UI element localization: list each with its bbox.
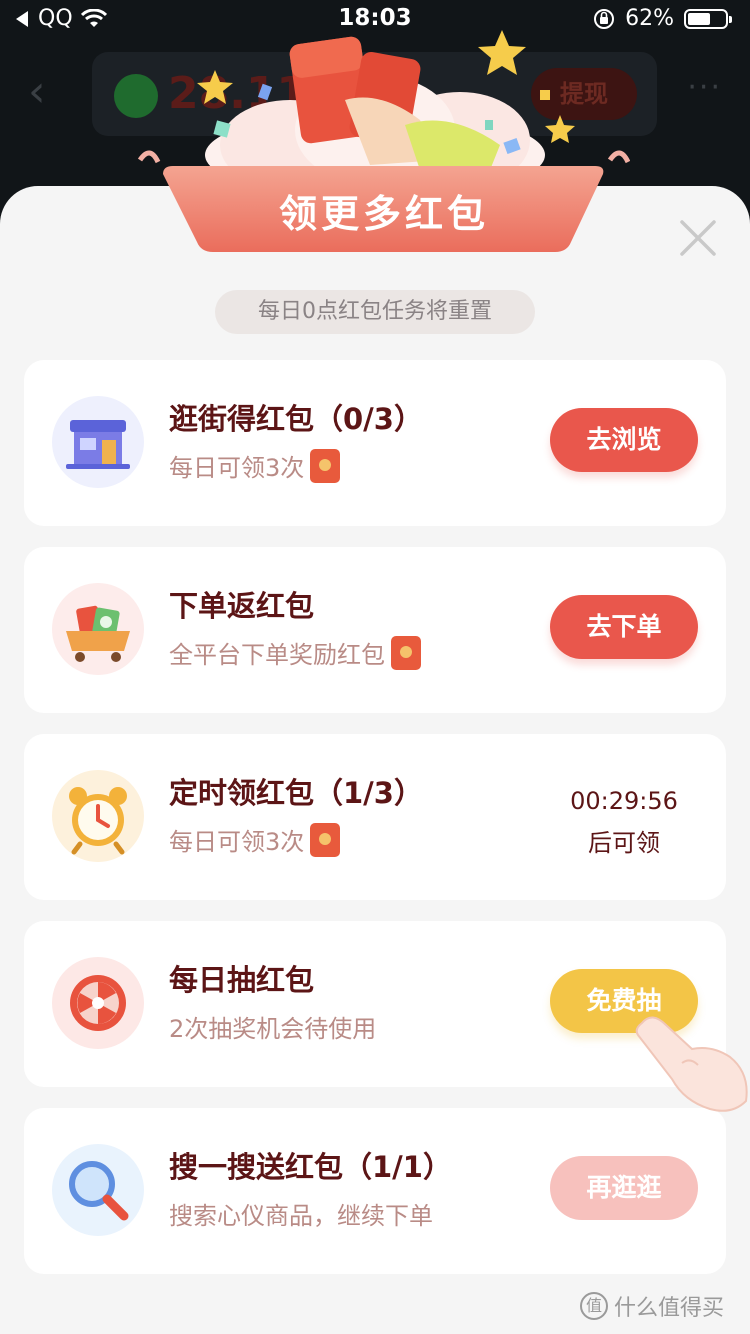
task-subtitle: 每日可领3次: [169, 822, 341, 857]
title-banner: 领更多红包: [163, 166, 605, 252]
red-envelope-icon: [310, 448, 341, 483]
order-button[interactable]: 去下单: [550, 595, 698, 659]
task-title: 定时领红包（1/3）: [169, 776, 423, 810]
task-card-search: 搜一搜送红包（1/1） 搜索心仪商品，继续下单 再逛逛: [24, 1108, 726, 1274]
back-chevron-icon[interactable]: ‹: [28, 66, 46, 117]
task-subtitle: 2次抽奖机会待使用: [169, 1015, 377, 1043]
orientation-lock-icon: [594, 8, 615, 29]
store-icon: [52, 396, 144, 488]
browse-button[interactable]: 去浏览: [550, 408, 698, 472]
countdown-timer: 00:29:56: [570, 787, 678, 815]
watermark-logo-icon: 值: [580, 1292, 608, 1320]
countdown: 00:29:56 后可领: [550, 780, 698, 864]
task-subtitle-text: 全平台下单奖励红包: [169, 641, 385, 669]
task-subtitle: 搜索心仪商品，继续下单: [169, 1202, 433, 1230]
more-icon[interactable]: ···: [687, 70, 722, 105]
reset-note: 每日0点红包任务将重置: [215, 290, 535, 334]
lottery-wheel-icon: [52, 957, 144, 1049]
task-card-order: 下单返红包 全平台下单奖励红包 去下单: [24, 547, 726, 713]
watermark: 值 什么值得买: [580, 1290, 724, 1322]
task-title: 逛街得红包（0/3）: [169, 402, 423, 436]
close-icon[interactable]: [676, 216, 720, 260]
red-envelope-icon: [391, 635, 421, 670]
task-card-lottery: 每日抽红包 2次抽奖机会待使用 免费抽: [24, 921, 726, 1087]
battery-icon: [684, 8, 732, 29]
battery-percent: 62%: [625, 6, 674, 31]
task-title: 每日抽红包: [169, 963, 315, 997]
alarm-clock-icon: [52, 770, 144, 862]
modal-title: 领更多红包: [278, 192, 489, 236]
red-envelope-icon: [310, 822, 341, 857]
task-subtitle-text: 每日可领3次: [169, 454, 305, 482]
task-title: 搜一搜送红包（1/1）: [169, 1150, 452, 1184]
browse-again-button[interactable]: 再逛逛: [550, 1156, 698, 1220]
task-subtitle: 全平台下单奖励红包: [169, 635, 421, 670]
task-subtitle-text: 每日可领3次: [169, 828, 305, 856]
task-subtitle: 每日可领3次: [169, 448, 341, 483]
task-card-browse: 逛街得红包（0/3） 每日可领3次 去浏览: [24, 360, 726, 526]
task-title: 下单返红包: [169, 589, 315, 623]
countdown-note: 后可领: [588, 829, 660, 857]
pointing-hand-icon: [635, 1016, 748, 1112]
magnifier-icon: [52, 1144, 144, 1236]
watermark-text: 什么值得买: [614, 1296, 725, 1321]
cart-icon: [52, 583, 144, 675]
task-card-timed: 定时领红包（1/3） 每日可领3次 00:29:56 后可领: [24, 734, 726, 900]
